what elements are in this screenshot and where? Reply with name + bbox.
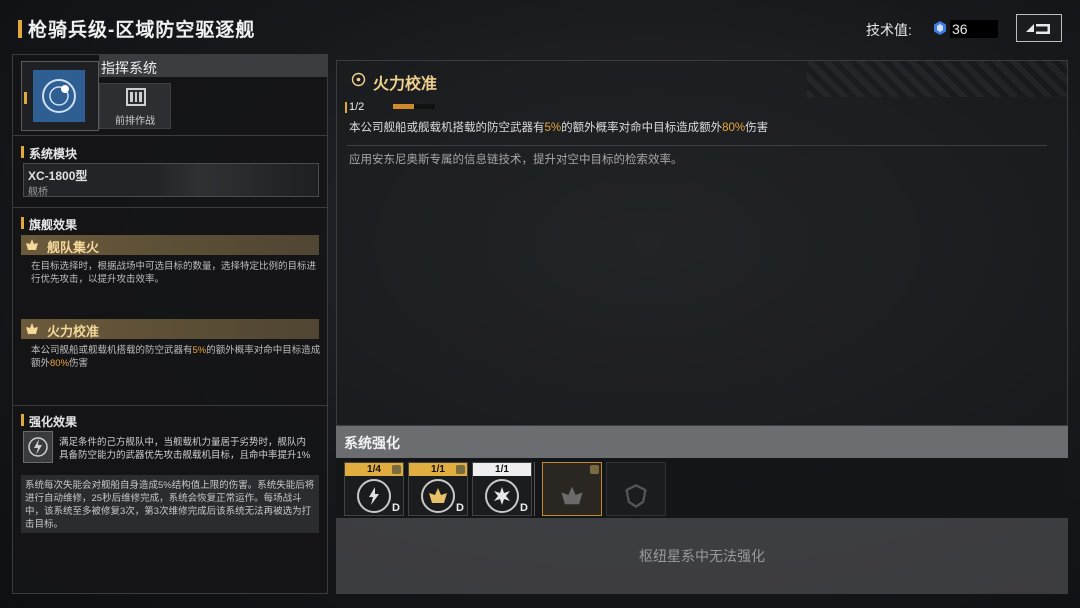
- back-arrow-icon: [1026, 24, 1050, 34]
- enhance-slot-locked-2[interactable]: [606, 462, 666, 516]
- page-title: 枪骑兵级-区域防空驱逐舰: [28, 20, 256, 41]
- lock-icon: [590, 465, 599, 474]
- crown-emblem-icon: [26, 323, 38, 334]
- tech-point-icon: [934, 21, 946, 35]
- crosshair-icon: [351, 72, 366, 87]
- command-system-card[interactable]: 指挥系统 前排作战: [13, 55, 327, 135]
- enhance-slot-1[interactable]: 1/4 D: [344, 462, 404, 516]
- top-bar: 枪骑兵级-区域防空驱逐舰 技术值: 36: [0, 0, 1080, 56]
- command-system-title: 指挥系统: [101, 60, 157, 76]
- enhance-effect-text: 满足条件的己方舰队中，当舰载机力量居于劣势时，舰队内具备防空能力的武器优先攻击舰…: [59, 437, 311, 461]
- lock-icon: [456, 465, 465, 474]
- detail-header: 火力校准: [337, 61, 1067, 97]
- enhance-unavailable-area: 枢纽星系中无法强化: [336, 518, 1068, 594]
- burst-icon: [494, 487, 510, 505]
- enhance-effect-icon: [23, 431, 53, 463]
- detail-flavor-text: 应用安东尼奥斯专属的信息链技术，提升对空中目标的检索效率。: [349, 154, 683, 166]
- level-progress-bar: [393, 104, 435, 109]
- tech-value: 36: [950, 20, 998, 38]
- formation-icon: [126, 88, 146, 106]
- title-accent: [18, 20, 22, 38]
- enhance-section-title: 强化效果: [21, 413, 77, 430]
- shield-icon: [625, 484, 647, 509]
- flagship-effect-fire-calibration: 火力校准: [21, 319, 319, 339]
- enhance-slot-3[interactable]: 1/1 D: [472, 462, 532, 516]
- system-enhance-panel: 系统强化 1/4 D 1/1 D 1/1 D 枢纽星系中无法强化: [336, 426, 1068, 594]
- crown-emblem-icon: [26, 239, 38, 250]
- system-enhance-title: 系统强化: [344, 435, 400, 451]
- enhance-slot-row: 1/4 D 1/1 D 1/1 D: [336, 458, 1068, 518]
- enhance-slot-2[interactable]: 1/1 D: [408, 462, 468, 516]
- module-type: 舰桥: [28, 187, 48, 198]
- lightning-icon: [28, 437, 48, 457]
- crown-icon: [561, 486, 583, 505]
- module-section-title: 系统模块: [21, 145, 77, 162]
- system-enhance-header: 系统强化: [336, 426, 1068, 458]
- flagship-effect-desc: 在目标选择时，根据战场中可选目标的数量，选择特定比例的目标进行优先攻击，以提升攻…: [31, 261, 317, 285]
- tech-value-label: 技术值:: [866, 22, 912, 38]
- enhance-detail-box: 系统每次失能会对舰船自身造成5%结构值上限的伤害。系统失能后将进行自动维修，25…: [21, 475, 319, 533]
- flagship-section-title: 旗舰效果: [21, 216, 77, 233]
- detail-panel: 火力校准 1/2 本公司舰船或舰载机搭载的防空武器有5%的额外概率对命中目标造成…: [336, 60, 1068, 426]
- lightning-icon: [369, 487, 379, 505]
- detail-level: 1/2: [344, 101, 365, 113]
- flagship-effect-desc: 本公司舰船或舰载机搭载的防空武器有5%的额外概率对命中目标造成额外80%伤害: [31, 345, 321, 369]
- radar-icon: [42, 79, 76, 113]
- flagship-effect-focus-fire: 舰队集火: [21, 235, 319, 255]
- module-name: XC-1800型: [28, 169, 88, 183]
- detail-description: 本公司舰船或舰载机搭载的防空武器有5%的额外概率对命中目标造成额外80%伤害: [349, 122, 769, 134]
- command-system-icon-frame: [21, 61, 99, 131]
- front-line-tag: 前排作战: [99, 83, 171, 129]
- module-card[interactable]: XC-1800型 舰桥: [23, 163, 319, 198]
- enhance-slot-locked-1[interactable]: [542, 462, 602, 516]
- crown-icon: [429, 488, 447, 503]
- back-button[interactable]: [1016, 14, 1062, 42]
- detail-title: 火力校准: [373, 76, 438, 93]
- front-line-label: 前排作战: [115, 116, 155, 127]
- enhance-unavailable-text: 枢纽星系中无法强化: [639, 548, 765, 564]
- lock-icon: [392, 465, 401, 474]
- left-panel: 指挥系统 前排作战 系统模块 XC-1800型 舰桥 旗舰效果 舰队集火 在目标…: [12, 54, 328, 594]
